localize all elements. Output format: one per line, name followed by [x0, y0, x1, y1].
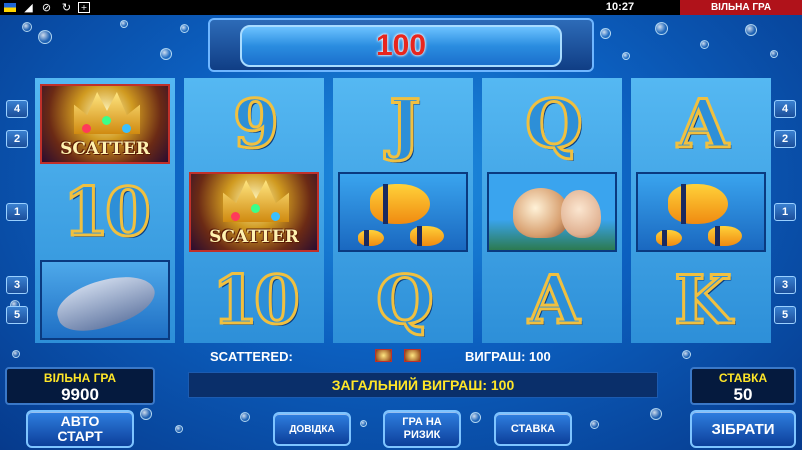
bet-panel: СТАВКА 50	[690, 367, 796, 405]
payline-badge[interactable]: 1	[6, 203, 28, 221]
symbol-dolphin	[35, 256, 175, 344]
reel-3: J Q	[333, 78, 473, 343]
payline-badge[interactable]: 5	[774, 306, 796, 324]
help-button[interactable]: ДОВІДКА	[273, 412, 351, 446]
payline-badge[interactable]: 3	[774, 276, 796, 294]
reel-4: Q A	[482, 78, 622, 343]
symbol-a: A	[676, 84, 730, 165]
line-win-label: ВИГРАШ: 100	[465, 349, 551, 364]
reel-1: SCATTER 10	[35, 78, 175, 343]
symbol-scatter: SCATTER	[184, 168, 324, 256]
total-win-bar: ЗАГАЛЬНИЙ ВИГРАШ: 100	[188, 372, 658, 398]
reel-5: A K	[631, 78, 771, 343]
symbol-9: 9	[232, 84, 281, 165]
payline-badge[interactable]: 2	[6, 130, 28, 148]
gamble-button[interactable]: ГРА НА РИЗИК	[383, 410, 461, 448]
symbol-a: A	[527, 260, 581, 341]
symbol-10: 10	[211, 260, 302, 341]
refresh-icon[interactable]: ↻	[60, 1, 73, 14]
symbol-fish	[333, 168, 473, 256]
status-bar: ◢ ⊘ ↻ + 10:27 ВІЛЬНА ГРА	[0, 0, 802, 15]
payline-badge[interactable]: 5	[6, 306, 28, 324]
symbol-fish	[631, 168, 771, 256]
symbol-scatter: SCATTER	[35, 80, 175, 168]
scatter-mini-icon	[404, 349, 421, 362]
win-display: 100	[240, 25, 562, 67]
payline-badge[interactable]: 4	[6, 100, 28, 118]
symbol-q: Q	[375, 260, 435, 341]
fullscreen-icon[interactable]: +	[78, 2, 90, 13]
symbol-j: J	[388, 84, 422, 165]
mode-tab: ВІЛЬНА ГРА	[680, 0, 802, 15]
credit-panel: ВІЛЬНА ГРА 9900	[5, 367, 155, 405]
bet-value: 50	[733, 385, 753, 404]
clock: 10:27	[605, 1, 635, 13]
symbol-k: K	[673, 260, 733, 341]
scattered-label: SCATTERED:	[210, 349, 293, 364]
credit-label: ВІЛЬНА ГРА	[43, 371, 117, 385]
symbol-10: 10	[62, 172, 153, 253]
symbol-q: Q	[524, 84, 584, 165]
reels-area: SCATTER 10 9 SCATTER 10 J Q Q A A K	[35, 78, 772, 343]
payline-badge[interactable]: 3	[6, 276, 28, 294]
scatter-mini-icon	[375, 349, 392, 362]
bet-button[interactable]: СТАВКА	[494, 412, 572, 446]
autostart-button[interactable]: АВТО СТАРТ	[26, 410, 134, 448]
payline-badge[interactable]: 1	[774, 203, 796, 221]
symbol-shell	[482, 168, 622, 256]
payline-badge[interactable]: 4	[774, 100, 796, 118]
payline-badge[interactable]: 2	[774, 130, 796, 148]
credit-value: 9900	[61, 385, 99, 404]
flag-icon	[4, 3, 16, 12]
mute-icon[interactable]: ⊘	[40, 1, 53, 14]
reel-2: 9 SCATTER 10	[184, 78, 324, 343]
bet-label: СТАВКА	[718, 371, 768, 385]
collect-button[interactable]: ЗІБРАТИ	[690, 410, 796, 448]
speaker-icon[interactable]: ◢	[22, 1, 35, 14]
